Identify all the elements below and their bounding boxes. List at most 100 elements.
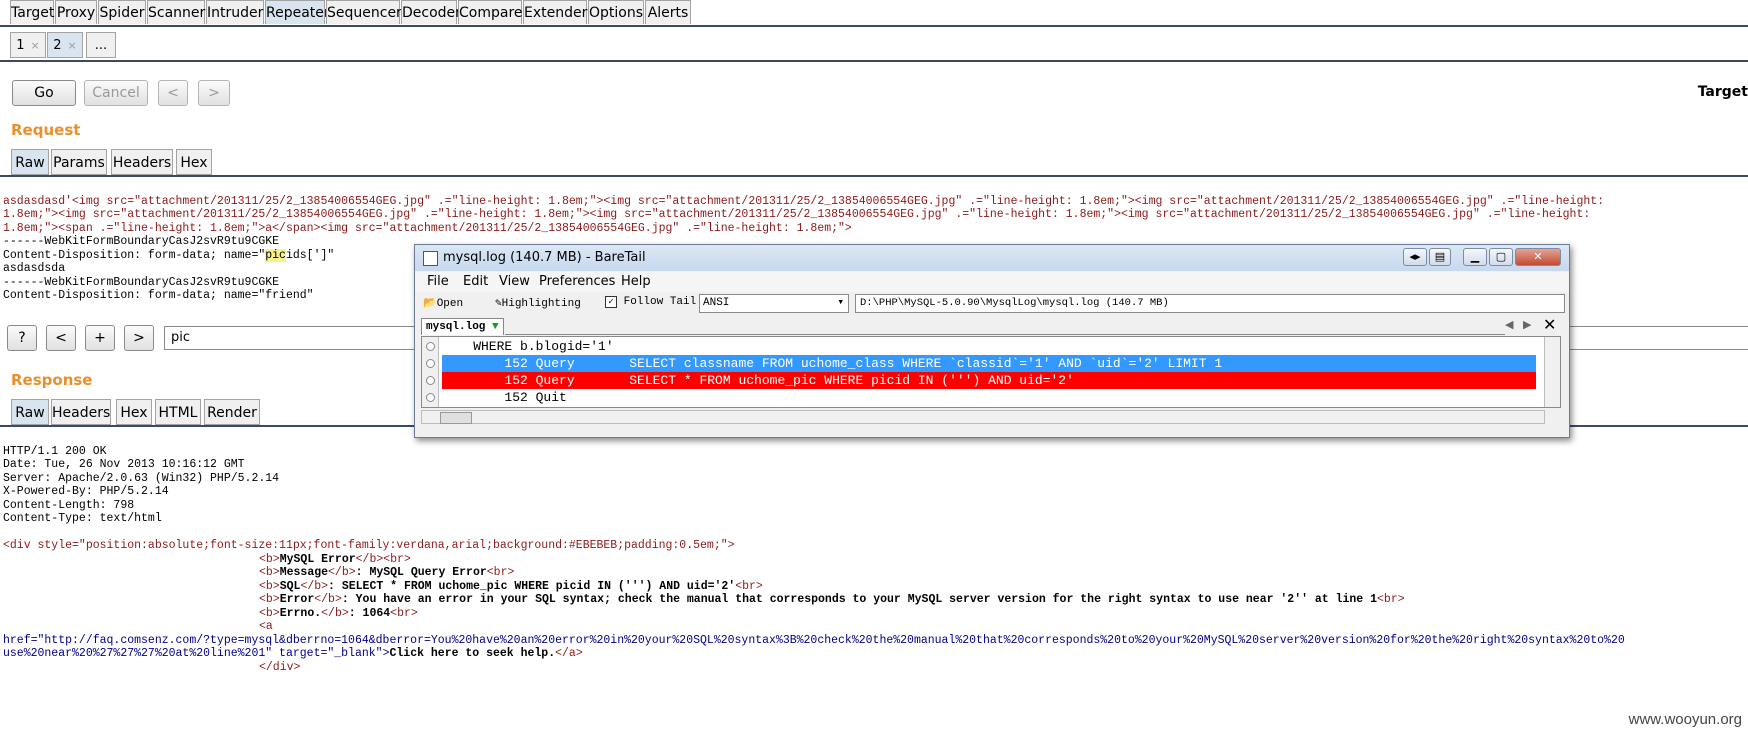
close-icon[interactable]: × (68, 39, 77, 52)
a-close: </a> (555, 647, 583, 660)
search-options-button[interactable]: + (85, 325, 115, 351)
request-line: asdasdasd'<img src="attachment/201311/25… (3, 194, 1605, 208)
tab-scroll-right-icon[interactable]: ▶ (1523, 318, 1531, 331)
message-label: Message (279, 566, 329, 579)
go-button[interactable]: Go (12, 80, 76, 106)
tab-scanner[interactable]: Scanner (147, 0, 205, 24)
request-tab-hex[interactable]: Hex (176, 149, 212, 175)
help-button[interactable]: ? (7, 325, 37, 351)
request-tab-params[interactable]: Params (51, 149, 107, 175)
response-tab-hex[interactable]: Hex (116, 399, 152, 425)
tab-decoder[interactable]: Decoder (401, 0, 461, 24)
response-line: <b>MySQL Error</b><br> (259, 552, 411, 566)
response-tab-html[interactable]: HTML (155, 399, 201, 425)
baretail-toolbar: 📂Open ✎Highlighting ✓ Follow Tail ANSI ▾ … (415, 293, 1569, 315)
copy-icon[interactable]: ▤ (1429, 248, 1451, 266)
request-tab-headers[interactable]: Headers (111, 149, 173, 175)
scroll-thumb[interactable] (440, 412, 472, 424)
request-tab-raw[interactable]: Raw (11, 149, 49, 175)
response-header-line: Server: Apache/2.0.63 (Win32) PHP/5.2.14 (3, 471, 280, 485)
history-forward-button[interactable]: > (198, 80, 230, 106)
highlighting-label: Highlighting (501, 298, 581, 310)
tab-alerts[interactable]: Alerts (645, 0, 691, 24)
link-text: Click here to seek help. (389, 647, 556, 660)
horizontal-scrollbar[interactable] (421, 410, 1545, 424)
menu-help[interactable]: Help (621, 274, 651, 289)
baretail-window[interactable]: mysql.log (140.7 MB) - BareTail ◂▸ ▤ ▁ ▢… (414, 244, 1570, 438)
bookmark-dot-icon[interactable] (426, 393, 435, 402)
tab-proxy[interactable]: Proxy (55, 0, 97, 24)
tab-options[interactable]: Options (588, 0, 644, 24)
cancel-button[interactable]: Cancel (84, 80, 148, 106)
search-prev-button[interactable]: < (46, 325, 76, 351)
tab-target[interactable]: Target (10, 0, 54, 24)
history-back-button[interactable]: < (158, 80, 188, 106)
log-view[interactable]: WHERE b.blogid='1' 152 Query SELECT clas… (421, 336, 1561, 408)
request-line: 1.8em;"><img src="attachment/201311/25/2… (3, 208, 1591, 221)
log-line-highlight-red[interactable]: 152 Query SELECT * FROM uchome_pic WHERE… (442, 372, 1536, 389)
response-div-close: </div> (259, 660, 301, 674)
target-attr: target="_blank"> (272, 647, 390, 660)
bookmark-dot-icon[interactable] (426, 376, 435, 385)
menu-file[interactable]: File (427, 274, 449, 289)
repeater-tab-1[interactable]: 1 × (10, 32, 46, 58)
search-next-button[interactable]: > (124, 325, 154, 351)
nav-arrows-icon[interactable]: ◂▸ (1403, 248, 1427, 266)
close-icon[interactable]: × (31, 39, 40, 52)
href-text: use%20near%20%27%27%27%20at%20line%201" (3, 647, 273, 660)
response-line: <b>SQL</b>: SELECT * FROM uchome_pic WHE… (259, 579, 763, 593)
tab-label: 1 (16, 38, 25, 53)
sql-value: : SELECT * FROM uchome_pic WHERE picid I… (328, 579, 736, 593)
baretail-menubar: File Edit View Preferences Help (415, 272, 1569, 292)
tab-spider[interactable]: Spider (98, 0, 146, 24)
maximize-icon[interactable]: ▢ (1489, 248, 1513, 266)
menu-preferences[interactable]: Preferences (539, 274, 615, 289)
bookmark-dot-icon[interactable] (426, 359, 435, 368)
close-tab-icon[interactable]: ✕ (1543, 315, 1556, 334)
tab-mysql-log[interactable]: mysql.log ▼ (421, 318, 504, 335)
divider (0, 175, 1748, 177)
response-line: use%20near%20%27%27%27%20at%20line%201" … (3, 647, 1625, 661)
response-tab-raw[interactable]: Raw (11, 399, 49, 425)
repeater-tab-2[interactable]: 2 × (47, 32, 83, 58)
watermark: www.wooyun.org (1628, 711, 1742, 728)
baretail-titlebar[interactable]: mysql.log (140.7 MB) - BareTail ◂▸ ▤ ▁ ▢… (415, 245, 1569, 271)
response-div-open: <div style="position:absolute;font-size:… (3, 539, 735, 552)
bookmark-dot-icon[interactable] (426, 342, 435, 351)
response-tab-render[interactable]: Render (204, 399, 260, 425)
encoding-select[interactable]: ANSI ▾ (699, 294, 849, 313)
checkbox-checked-icon: ✓ (605, 296, 617, 308)
repeater-tab-new[interactable]: ... (86, 32, 116, 58)
response-body[interactable]: HTTP/1.1 200 OK Date: Tue, 26 Nov 2013 10… (3, 431, 1625, 688)
menu-edit[interactable]: Edit (463, 274, 488, 289)
folder-icon: 📂 (423, 298, 437, 310)
tab-intruder[interactable]: Intruder (206, 0, 264, 24)
log-line-highlight-blue[interactable]: 152 Query SELECT classname FROM uchome_c… (442, 355, 1536, 372)
search-highlight: pic (265, 248, 286, 262)
close-icon[interactable]: ✕ (1515, 248, 1561, 266)
response-header-line: HTTP/1.1 200 OK (3, 444, 107, 458)
log-line[interactable]: WHERE b.blogid='1' (442, 338, 1536, 355)
response-tab-headers[interactable]: Headers (51, 399, 111, 425)
response-header-line: Content-Length: 798 (3, 498, 135, 512)
open-button[interactable]: 📂Open (423, 296, 463, 310)
response-line: <a (259, 620, 273, 633)
tab-repeater[interactable]: Repeater (265, 0, 330, 24)
tab-sequencer[interactable]: Sequencer (326, 0, 402, 24)
minimize-icon[interactable]: ▁ (1463, 248, 1487, 266)
log-line[interactable]: 152 Quit (442, 389, 1536, 406)
vertical-scrollbar[interactable] (1544, 337, 1560, 407)
highlighting-button[interactable]: ✎Highlighting (495, 296, 581, 310)
tab-label: 2 (53, 38, 62, 53)
response-header-line: Date: Tue, 26 Nov 2013 10:16:12 GMT (3, 458, 245, 471)
errno-value: : 1064 (348, 606, 391, 620)
file-path-field[interactable]: D:\PHP\MySQL-5.0.90\MysqlLog\mysql.log (… (855, 294, 1565, 313)
baretail-tab-row: mysql.log ▼ ◀ ▶ ✕ (415, 315, 1569, 336)
disposition-text: ids[']" (285, 248, 335, 262)
tab-scroll-left-icon[interactable]: ◀ (1505, 318, 1513, 331)
tab-comparer[interactable]: Comparer (458, 0, 528, 24)
tab-extender[interactable]: Extender (523, 0, 587, 24)
follow-tail-checkbox[interactable]: ✓ Follow Tail (605, 296, 696, 308)
response-line: <b>Message</b>: MySQL Query Error<br> (259, 566, 515, 579)
menu-view[interactable]: View (499, 274, 530, 289)
